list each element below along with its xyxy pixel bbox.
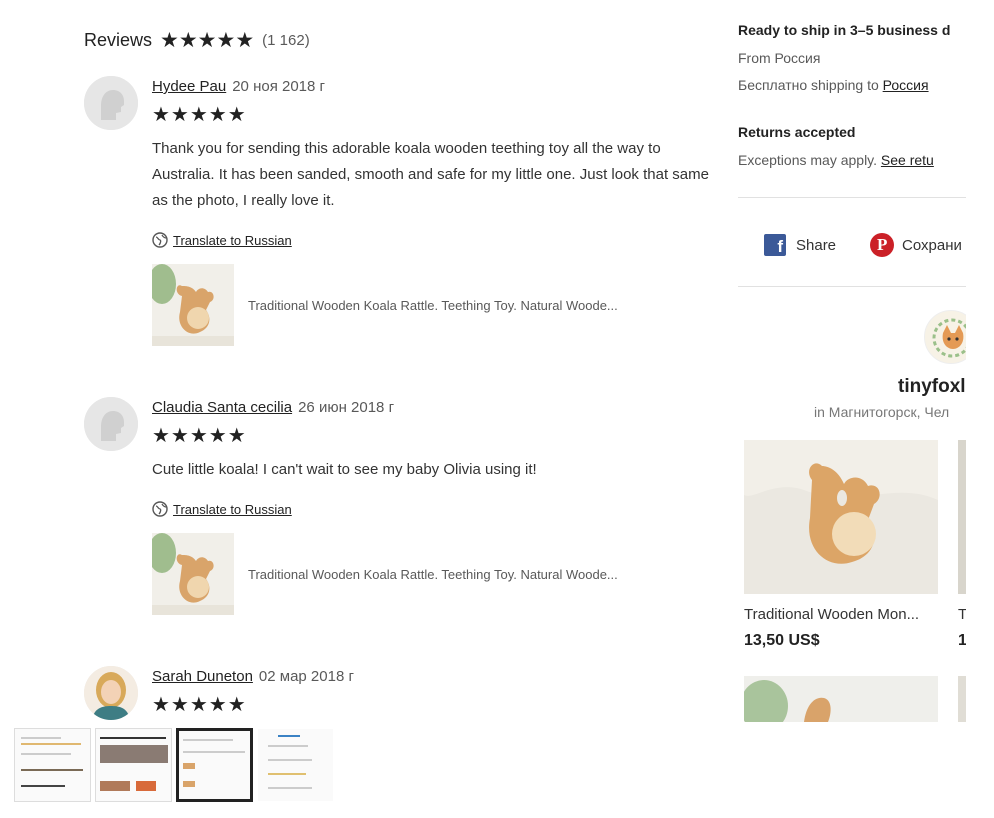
page-thumbnail-active[interactable] bbox=[176, 728, 253, 802]
shop-location: in Магнитогорск, Чел bbox=[814, 404, 950, 420]
globe-icon bbox=[152, 232, 168, 248]
pinterest-icon[interactable]: P bbox=[870, 233, 895, 257]
review-stars: ★★★★★ bbox=[152, 104, 247, 126]
avatar-placeholder-icon[interactable] bbox=[84, 397, 138, 451]
item-title[interactable]: Traditional Wooden Koala Rattle. Teethin… bbox=[248, 567, 618, 582]
share-row: f Share P Сохрани bbox=[764, 233, 962, 257]
item-thumbnail[interactable] bbox=[152, 264, 234, 346]
review-date: 26 июн 2018 г bbox=[298, 399, 395, 416]
translate-link[interactable]: Translate to Russian bbox=[173, 233, 292, 248]
page-thumbnail[interactable] bbox=[14, 728, 91, 802]
listing-title[interactable]: Traditional Wooden Mon... bbox=[744, 606, 919, 623]
returns-title: Returns accepted bbox=[738, 124, 856, 140]
review-text: Thank you for sending this adorable koal… bbox=[152, 140, 709, 209]
reviews-title: Reviews bbox=[84, 30, 153, 50]
reviewer-name[interactable]: Claudia Santa cecilia bbox=[152, 399, 292, 416]
shipping-from: From Россия bbox=[738, 50, 821, 66]
reviewer-name[interactable]: Sarah Duneton bbox=[152, 668, 253, 685]
shipping-free-prefix: Бесплатно shipping to bbox=[738, 77, 883, 93]
item-thumbnail[interactable] bbox=[152, 533, 234, 615]
review-stars: ★★★★★ bbox=[152, 425, 247, 447]
item-title[interactable]: Traditional Wooden Koala Rattle. Teethin… bbox=[248, 298, 618, 313]
listing-image[interactable] bbox=[744, 440, 938, 594]
shop-name[interactable]: tinyfoxl bbox=[898, 376, 966, 398]
page-thumbnail[interactable] bbox=[257, 728, 334, 802]
shop-logo[interactable] bbox=[924, 310, 966, 364]
facebook-icon[interactable]: f bbox=[764, 234, 786, 256]
page-thumbnail[interactable] bbox=[95, 728, 172, 802]
reviewed-item[interactable]: Traditional Wooden Koala Rattle. Teethin… bbox=[152, 264, 722, 346]
shipping-title: Ready to ship in 3–5 business d bbox=[738, 22, 951, 38]
review-text: Cute little koala! I can't wait to see m… bbox=[152, 461, 537, 478]
divider bbox=[738, 197, 966, 198]
reviews-rating-stars: ★★★★★ bbox=[160, 29, 255, 52]
reviews-header: Reviews ★★★★★ (1 162) bbox=[84, 30, 310, 51]
shipping-country-link[interactable]: Россия bbox=[883, 77, 929, 93]
screenshot-thumbnail-strip bbox=[14, 728, 334, 802]
translate-row: Translate to Russian bbox=[152, 501, 722, 517]
shipping-free: Бесплатно shipping to Россия bbox=[738, 77, 929, 93]
avatar[interactable] bbox=[84, 666, 138, 720]
reviews-count: (1 162) bbox=[262, 32, 310, 49]
listing-image[interactable] bbox=[744, 676, 938, 722]
divider bbox=[738, 286, 966, 287]
translate-link[interactable]: Translate to Russian bbox=[173, 502, 292, 517]
review-date: 20 ноя 2018 г bbox=[232, 78, 325, 95]
pinterest-save-button[interactable]: Сохрани bbox=[902, 237, 962, 254]
avatar-placeholder-icon[interactable] bbox=[84, 76, 138, 130]
reviewer-name[interactable]: Hydee Pau bbox=[152, 78, 226, 95]
listing-sidebar: Ready to ship in 3–5 business d From Рос… bbox=[738, 0, 966, 722]
listing-price: 1 bbox=[958, 632, 966, 649]
listing-image[interactable] bbox=[958, 676, 966, 722]
listing-title[interactable]: T bbox=[958, 606, 966, 623]
listing-price: 13,50 US$ bbox=[744, 632, 820, 649]
review-stars: ★★★★★ bbox=[152, 694, 247, 716]
review-date: 02 мар 2018 г bbox=[258, 668, 354, 685]
returns-text-prefix: Exceptions may apply. bbox=[738, 152, 881, 168]
returns-text: Exceptions may apply. See retu bbox=[738, 152, 934, 168]
translate-row: Translate to Russian bbox=[152, 232, 722, 248]
see-returns-link[interactable]: See retu bbox=[881, 152, 934, 168]
globe-icon bbox=[152, 501, 168, 517]
listing-image[interactable] bbox=[958, 440, 966, 594]
facebook-share-button[interactable]: Share bbox=[796, 237, 836, 254]
reviewed-item[interactable]: Traditional Wooden Koala Rattle. Teethin… bbox=[152, 533, 722, 615]
